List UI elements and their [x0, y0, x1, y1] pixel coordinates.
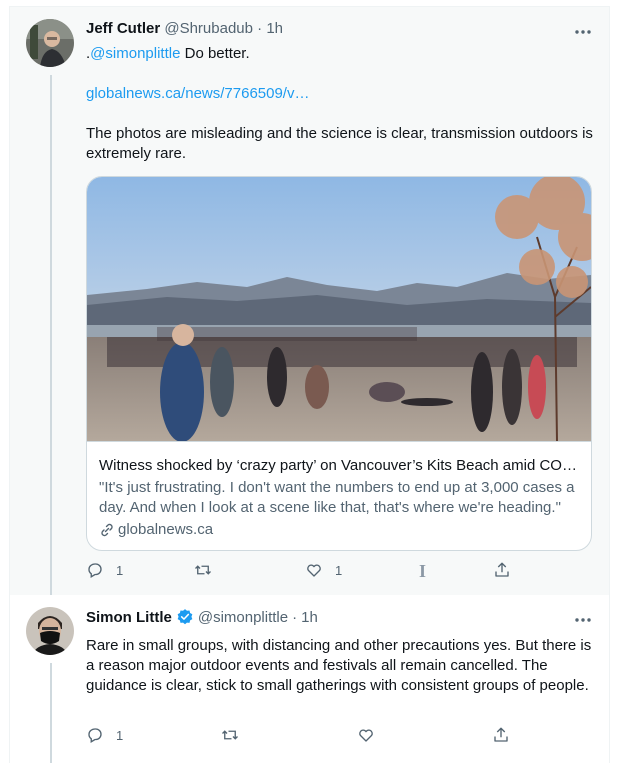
separator: ·	[257, 20, 263, 37]
author-handle[interactable]: @simonplittle	[198, 609, 288, 626]
retweet-icon	[195, 565, 211, 575]
tweet-jeff-cutler[interactable]: Jeff Cutler @Shrubadub · 1h .@simonplitt…	[10, 7, 609, 595]
retweet-icon	[222, 730, 238, 740]
card-domain-row: globalnews.ca	[99, 520, 213, 540]
reply-button[interactable]: 1	[86, 726, 123, 744]
share-button[interactable]	[493, 561, 511, 579]
timeline: Jeff Cutler @Shrubadub · 1h .@simonplitt…	[9, 6, 610, 763]
avatar[interactable]	[26, 19, 74, 67]
more-options-button[interactable]	[573, 610, 593, 630]
tweet-text-2: The photos are misleading and the scienc…	[86, 125, 593, 162]
share-button[interactable]	[492, 726, 510, 744]
share-icon	[494, 727, 508, 742]
timestamp[interactable]: 1h	[266, 20, 283, 37]
separator: ·	[292, 608, 298, 626]
reader-button[interactable]: I	[419, 561, 426, 582]
card-domain: globalnews.ca	[118, 521, 214, 538]
heart-icon	[359, 729, 373, 742]
link-card[interactable]: Witness shocked by ‘crazy party’ on Vanc…	[86, 176, 592, 551]
reply-button[interactable]: 1	[86, 561, 123, 579]
reader-icon: I	[419, 561, 427, 581]
mention-link[interactable]: @simonplittle	[90, 45, 180, 62]
more-icon	[575, 30, 591, 34]
tweet-simon-little[interactable]: Simon Little @simonplittle · 1h Rare in …	[10, 595, 609, 763]
reply-icon	[88, 563, 102, 578]
thread-line	[50, 663, 52, 763]
reply-count: 1	[116, 727, 124, 743]
card-body[interactable]: Witness shocked by ‘crazy party’ on Vanc…	[87, 441, 591, 550]
card-title: Witness shocked by ‘crazy party’ on Vanc…	[99, 457, 579, 474]
url-link[interactable]: globalnews.ca/news/7766509/v…	[86, 85, 309, 102]
more-icon	[575, 618, 591, 622]
tweet-actions: 1	[86, 726, 516, 750]
retweet-button[interactable]	[221, 726, 251, 744]
tweet-text: .@simonplittle Do better.	[86, 44, 596, 64]
tweet-header: Simon Little @simonplittle · 1h	[86, 608, 318, 626]
more-options-button[interactable]	[573, 22, 593, 42]
card-image[interactable]	[87, 177, 591, 441]
reply-count: 1	[116, 562, 124, 578]
author-name[interactable]: Jeff Cutler	[86, 20, 160, 37]
reply-icon	[88, 728, 102, 743]
timestamp[interactable]: 1h	[301, 609, 318, 626]
share-icon	[495, 562, 509, 577]
avatar[interactable]	[26, 607, 74, 655]
thread-line	[50, 75, 52, 595]
verified-badge-icon	[177, 609, 193, 625]
tweet-text: Rare in small groups, with distancing an…	[86, 637, 592, 694]
text-main: Do better.	[180, 45, 250, 62]
like-count: 1	[335, 562, 343, 578]
link-icon	[101, 523, 113, 537]
tweet-actions: 1 1 I	[86, 561, 516, 585]
tweet-header: Jeff Cutler @Shrubadub · 1h	[86, 20, 283, 37]
card-description: "It's just frustrating. I don't want the…	[99, 479, 575, 516]
author-name[interactable]: Simon Little	[86, 609, 172, 626]
like-button[interactable]	[357, 726, 387, 744]
author-handle[interactable]: @Shrubadub	[164, 20, 253, 37]
heart-icon	[307, 564, 321, 577]
retweet-button[interactable]	[194, 561, 224, 579]
like-button[interactable]: 1	[305, 561, 342, 579]
url-line: globalnews.ca/news/7766509/v…	[86, 84, 596, 104]
